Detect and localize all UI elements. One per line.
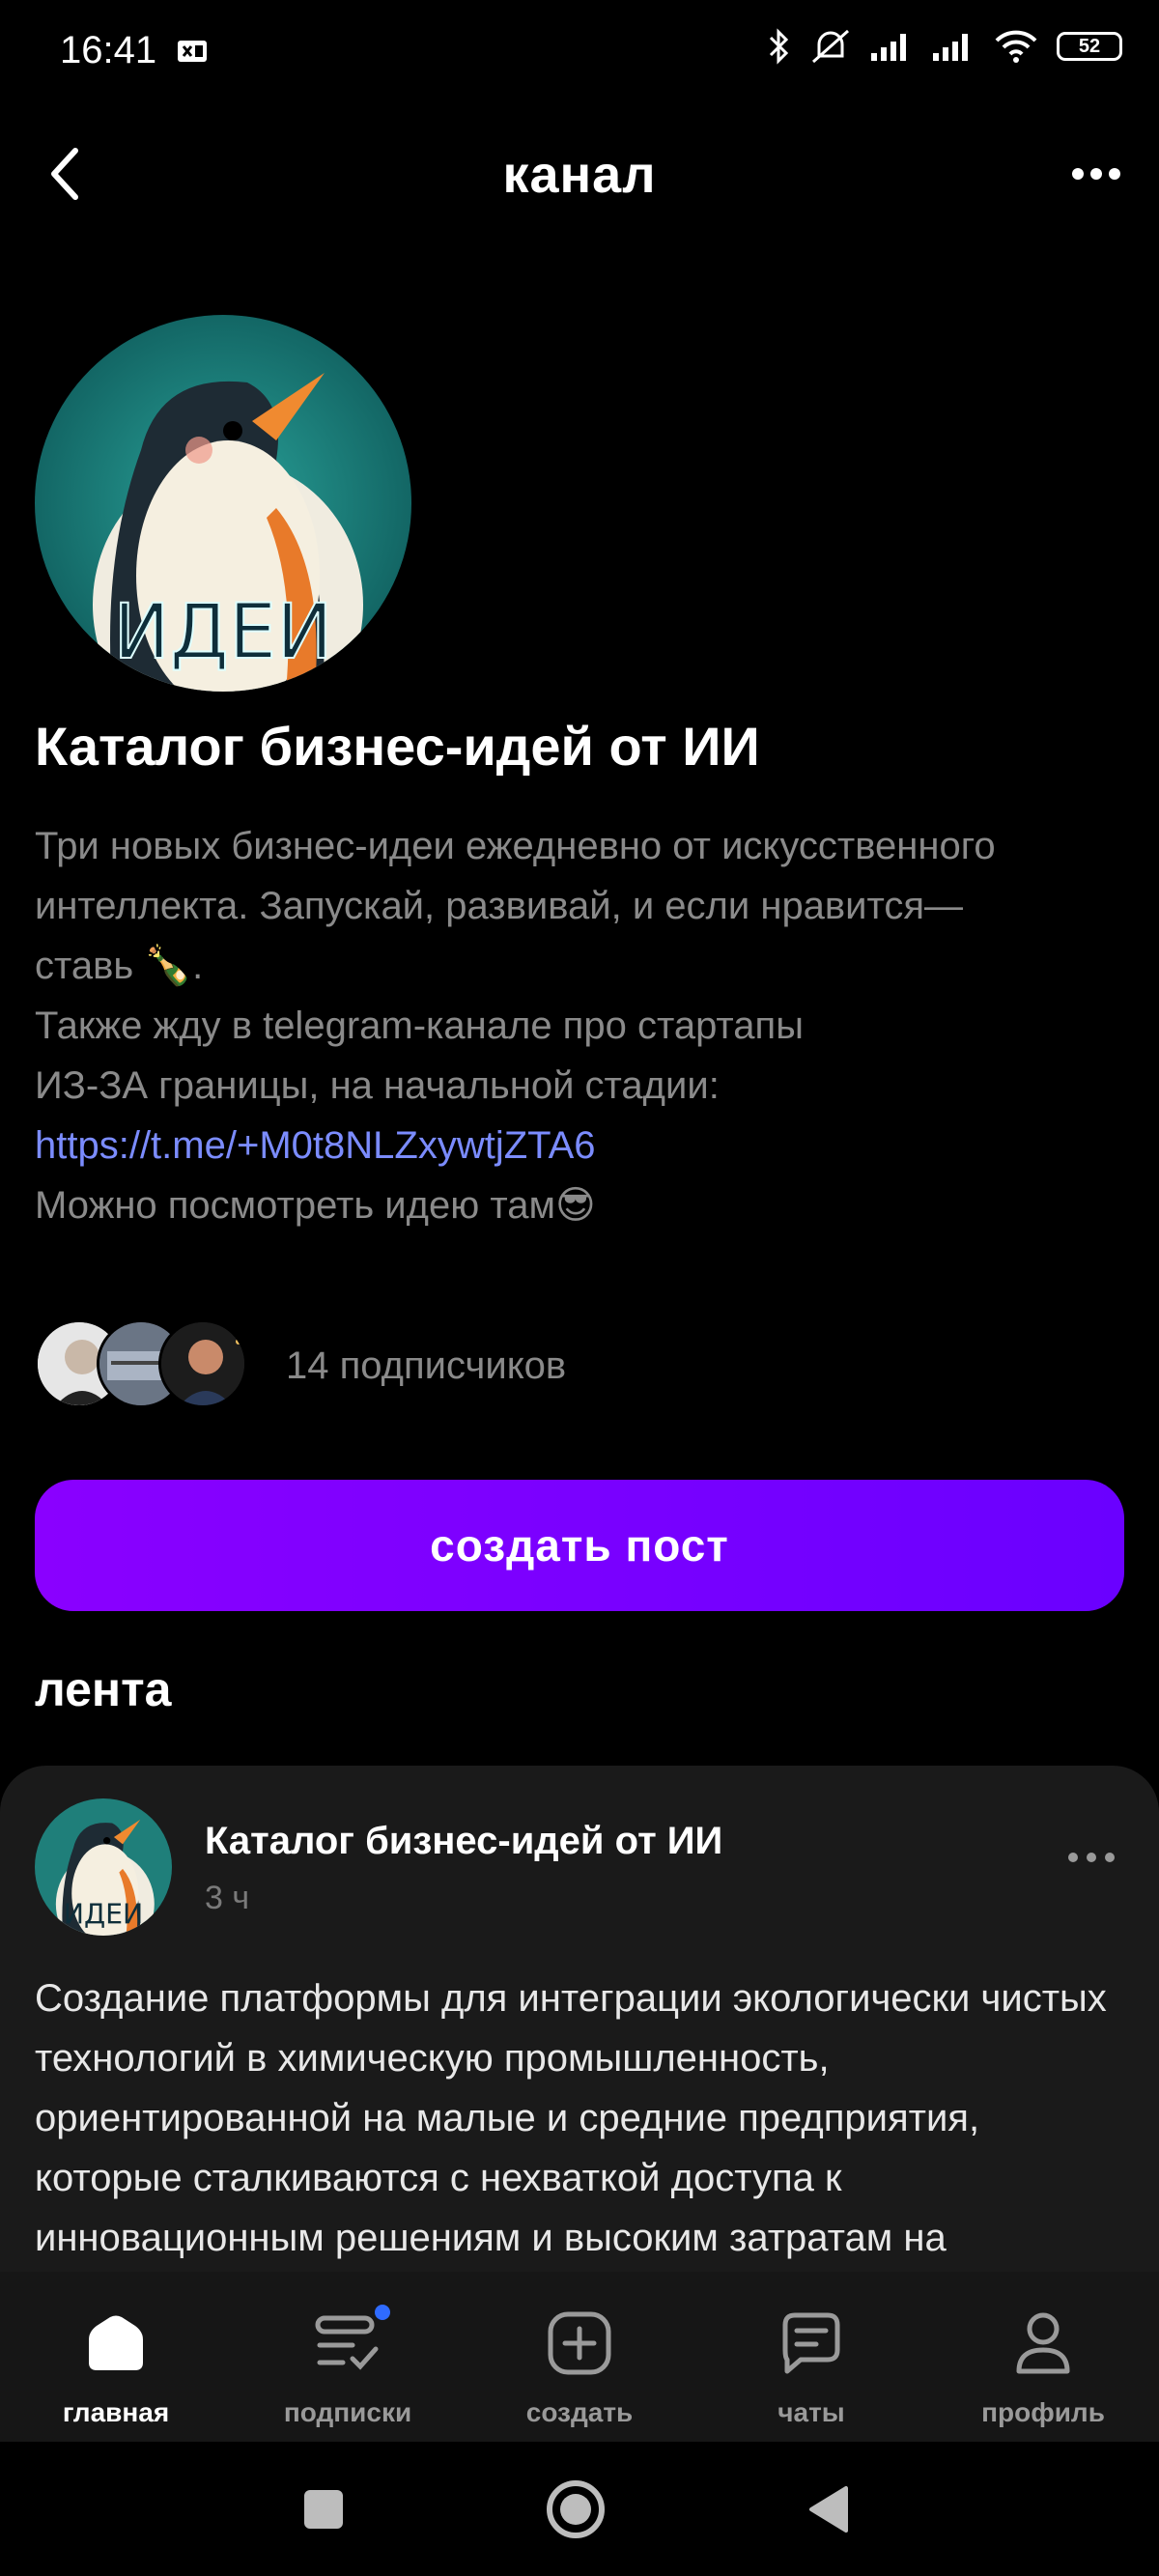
status-icons: 52 bbox=[767, 27, 1122, 66]
channel-avatar: ИДЕИ bbox=[35, 315, 411, 692]
notification-icon bbox=[176, 37, 214, 71]
description-line: ИЗ-ЗА границы, на начальной стадии: bbox=[35, 1064, 720, 1107]
description-line: Можно посмотреть идею там😎 bbox=[35, 1184, 596, 1227]
description-line: ставь 🍾. bbox=[35, 945, 204, 987]
subscriptions-icon bbox=[313, 2305, 390, 2378]
subscribers-count[interactable]: 14 подписчиков bbox=[286, 1345, 566, 1388]
nav-chats[interactable]: чаты bbox=[695, 2272, 927, 2442]
battery-indicator: 52 bbox=[1057, 32, 1122, 61]
home-system-button[interactable] bbox=[537, 2471, 614, 2548]
more-dots-icon bbox=[1072, 168, 1120, 180]
nav-subscriptions[interactable]: подписки bbox=[232, 2272, 464, 2442]
avatar-text: ИДЕИ bbox=[114, 589, 333, 676]
system-navigation bbox=[0, 2442, 1159, 2576]
more-dots-icon bbox=[1068, 1853, 1115, 1862]
subscribers-avatars[interactable] bbox=[35, 1319, 257, 1412]
bottom-navigation: главная подписки создать чаты профиль bbox=[0, 2272, 1159, 2442]
nav-create[interactable]: создать bbox=[464, 2272, 695, 2442]
post-time: 3 ч bbox=[205, 1880, 250, 1916]
penguin-logo-icon: ИДЕИ bbox=[35, 1798, 172, 1936]
signal-icon bbox=[871, 34, 906, 61]
triangle-back-icon bbox=[809, 2486, 848, 2533]
telegram-link[interactable]: https://t.me/+M0t8NLZxywtjZTA6 bbox=[35, 1116, 1126, 1175]
square-icon bbox=[304, 2490, 343, 2529]
nav-profile[interactable]: профиль bbox=[927, 2272, 1159, 2442]
post-more-button[interactable] bbox=[1053, 1833, 1130, 1882]
nav-label: чаты bbox=[777, 2397, 845, 2427]
avatar-text: ИДЕИ bbox=[64, 1898, 144, 1930]
back-system-button[interactable] bbox=[790, 2471, 867, 2548]
channel-description: Три новых бизнес-идеи ежедневно от искус… bbox=[35, 816, 1126, 1235]
description-line: Три новых бизнес-идеи ежедневно от искус… bbox=[35, 825, 996, 867]
page-title: канал bbox=[502, 146, 657, 204]
nav-home[interactable]: главная bbox=[0, 2272, 232, 2442]
bluetooth-icon bbox=[769, 28, 789, 65]
circle-icon bbox=[547, 2480, 605, 2538]
profile-icon bbox=[1008, 2308, 1078, 2378]
post-text[interactable]: Создание платформы для интеграции эколог… bbox=[35, 1968, 1117, 2268]
recents-button[interactable] bbox=[285, 2471, 362, 2548]
home-icon bbox=[81, 2308, 151, 2378]
description-line: интеллекта. Запускай, развивай, и если н… bbox=[35, 885, 964, 927]
nav-label: главная bbox=[62, 2397, 170, 2427]
post-author[interactable]: Каталог бизнес-идей от ИИ bbox=[205, 1820, 722, 1863]
nav-label: подписки bbox=[283, 2397, 412, 2427]
more-options-button[interactable] bbox=[1062, 145, 1130, 203]
post-author-avatar[interactable]: ИДЕИ bbox=[35, 1798, 172, 1936]
description-line: Также жду в telegram-канале про стартапы bbox=[35, 1005, 804, 1047]
signal-icon-2 bbox=[933, 34, 968, 61]
notification-dot bbox=[375, 2305, 390, 2320]
create-icon bbox=[545, 2308, 614, 2378]
wifi-icon bbox=[995, 30, 1037, 63]
nav-label: профиль bbox=[981, 2397, 1105, 2427]
status-time: 16:41 bbox=[60, 29, 157, 71]
nav-label: создать bbox=[525, 2397, 634, 2427]
silent-icon bbox=[812, 29, 849, 64]
create-post-button[interactable]: создать пост bbox=[35, 1480, 1124, 1611]
penguin-logo-icon: ИДЕИ bbox=[35, 315, 411, 692]
feed-title: лента bbox=[35, 1662, 172, 1716]
subscriber-avatar bbox=[158, 1319, 247, 1408]
channel-name: Каталог бизнес-идей от ИИ bbox=[35, 716, 760, 777]
chat-icon bbox=[777, 2308, 846, 2378]
